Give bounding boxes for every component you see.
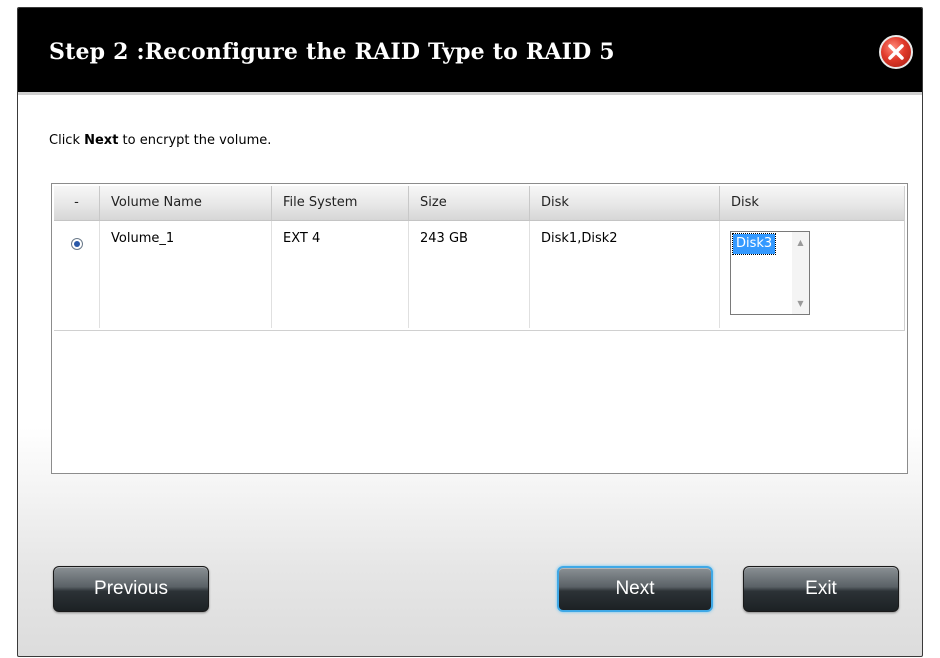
raid-dialog: Step 2 :Reconfigure the RAID Type to RAI… xyxy=(17,7,923,657)
instruction-prefix: Click xyxy=(49,133,85,148)
table-row[interactable]: Volume_1 EXT 4 243 GB Disk1,Disk2 Disk3 … xyxy=(54,221,904,328)
header-size[interactable]: Size xyxy=(409,186,530,220)
previous-button[interactable]: Previous xyxy=(53,566,209,612)
available-disk-cell: Disk3 ▲ ▼ xyxy=(720,221,903,328)
chevron-up-icon[interactable]: ▲ xyxy=(792,234,809,251)
instruction-text: Click Next to encrypt the volume. xyxy=(49,133,271,148)
header-file-system[interactable]: File System xyxy=(272,186,409,220)
table-header: - Volume Name File System Size Disk Disk xyxy=(54,186,904,221)
next-button[interactable]: Next xyxy=(557,566,713,612)
header-volume-name[interactable]: Volume Name xyxy=(100,186,272,220)
volume-radio[interactable] xyxy=(71,238,83,250)
instruction-next-emphasis: Next xyxy=(84,133,119,148)
instruction-suffix: to encrypt the volume. xyxy=(118,133,272,148)
volume-table-body: - Volume Name File System Size Disk Disk… xyxy=(54,186,905,331)
close-button[interactable] xyxy=(879,35,913,69)
dialog-title: Step 2 :Reconfigure the RAID Type to RAI… xyxy=(49,39,615,65)
dialog-titlebar: Step 2 :Reconfigure the RAID Type to RAI… xyxy=(18,8,922,95)
header-select[interactable]: - xyxy=(54,186,100,220)
disk-listbox[interactable]: Disk3 ▲ ▼ xyxy=(730,231,810,315)
header-disk-available[interactable]: Disk xyxy=(720,186,903,220)
header-disk[interactable]: Disk xyxy=(530,186,720,220)
volume-table: - Volume Name File System Size Disk Disk… xyxy=(51,183,908,474)
select-cell xyxy=(54,221,100,328)
disk-list-item[interactable]: Disk3 xyxy=(731,233,777,255)
file-system-cell: EXT 4 xyxy=(272,221,409,328)
disk-cell: Disk1,Disk2 xyxy=(530,221,720,328)
close-icon xyxy=(888,44,904,60)
size-cell: 243 GB xyxy=(409,221,530,328)
volume-name-cell: Volume_1 xyxy=(100,221,272,328)
listbox-scrollbar[interactable]: ▲ ▼ xyxy=(792,232,809,314)
chevron-down-icon[interactable]: ▼ xyxy=(792,295,809,312)
exit-button[interactable]: Exit xyxy=(743,566,899,612)
